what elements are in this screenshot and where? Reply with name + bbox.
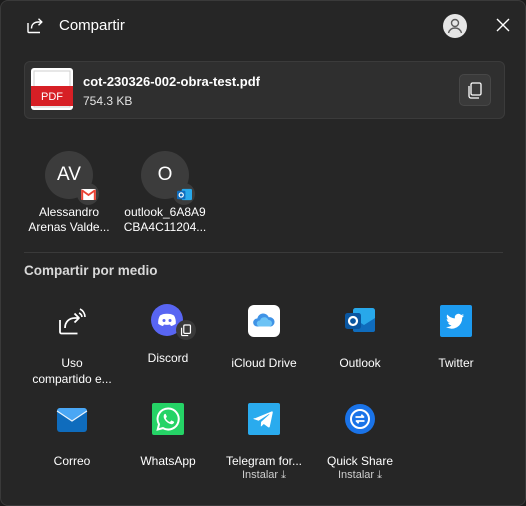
- contact-avatar: AV: [45, 151, 99, 205]
- app-nearby-share[interactable]: Uso compartido e...: [24, 304, 120, 387]
- file-name: cot-230326-002-obra-test.pdf: [83, 74, 260, 89]
- app-quick-share[interactable]: Quick Share Instalar ⤓: [312, 402, 408, 482]
- share-section-title: Compartir por medio: [24, 263, 158, 278]
- install-label: Instalar ⤓: [338, 469, 382, 481]
- icloud-icon: [248, 305, 280, 337]
- app-twitter[interactable]: Twitter: [408, 304, 504, 371]
- contact-name-line1: outlook_6A8A9: [124, 205, 206, 219]
- app-discord[interactable]: Discord: [120, 304, 216, 366]
- contact-name-line1: Alessandro: [38, 205, 100, 219]
- app-telegram[interactable]: Telegram for... Instalar ⤓: [216, 402, 312, 482]
- pdf-file-icon: PDF: [31, 68, 73, 110]
- contact-name-line2: Arenas Valde...: [28, 220, 110, 234]
- share-dialog: Compartir PDF cot-230326-002-obra-test.p…: [0, 0, 526, 506]
- app-label: Quick Share: [326, 454, 394, 468]
- contact-alessandro[interactable]: AV Alessandro Arenas Valde...: [19, 151, 119, 235]
- app-label: iCloud Drive: [231, 356, 297, 370]
- dialog-title: Compartir: [59, 17, 125, 34]
- contact-initials: AV: [57, 164, 81, 185]
- app-label-line2: compartido e...: [32, 372, 112, 386]
- share-icon: [27, 18, 43, 34]
- account-avatar-button[interactable]: [443, 14, 467, 38]
- app-label: Twitter: [438, 356, 474, 370]
- install-label: Instalar ⤓: [242, 469, 286, 481]
- contact-outlook[interactable]: O outlook_6A8A9 CBA4C11204...: [115, 151, 215, 235]
- whatsapp-icon: [152, 403, 184, 435]
- outlook-icon: [173, 183, 195, 205]
- person-icon: [447, 18, 463, 34]
- quick-share-icon: [345, 404, 375, 434]
- telegram-icon: [248, 403, 280, 435]
- copy-badge-icon: [176, 320, 196, 340]
- app-label: Discord: [147, 351, 189, 365]
- pdf-label: PDF: [41, 91, 63, 103]
- app-icloud-drive[interactable]: iCloud Drive: [216, 304, 312, 371]
- app-outlook[interactable]: Outlook: [312, 304, 408, 371]
- title-bar: Compartir: [1, 1, 525, 49]
- gmail-icon: [77, 183, 99, 205]
- file-card: PDF cot-230326-002-obra-test.pdf 754.3 K…: [24, 61, 505, 119]
- copy-icon: [468, 82, 482, 99]
- close-icon[interactable]: [493, 15, 513, 35]
- contact-initials: O: [157, 164, 173, 185]
- app-label: WhatsApp: [140, 454, 196, 468]
- twitter-icon: [440, 305, 472, 337]
- contact-avatar: O: [141, 151, 195, 205]
- app-label: Outlook: [339, 356, 381, 370]
- discord-icon: [151, 304, 196, 340]
- copy-button[interactable]: [459, 74, 491, 106]
- contact-name-line2: CBA4C11204...: [123, 220, 207, 234]
- app-label: Correo: [53, 454, 91, 468]
- outlook-icon: [345, 308, 375, 332]
- app-whatsapp[interactable]: WhatsApp: [120, 402, 216, 469]
- nearby-share-icon: [59, 308, 86, 335]
- app-label: Uso: [61, 356, 83, 370]
- section-divider: [24, 252, 503, 253]
- mail-icon: [56, 408, 88, 432]
- app-mail[interactable]: Correo: [24, 402, 120, 469]
- file-size: 754.3 KB: [83, 94, 133, 108]
- app-label: Telegram for...: [225, 454, 303, 468]
